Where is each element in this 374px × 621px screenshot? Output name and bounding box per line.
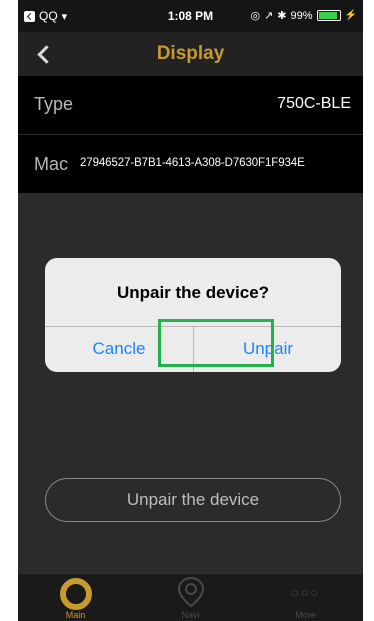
charging-bolt-icon: ⚡	[344, 10, 357, 21]
tab-main-label: Main	[65, 610, 86, 620]
dialog-title: Unpair the device?	[116, 283, 270, 302]
tab-navi[interactable]: Navi	[133, 574, 248, 621]
battery-percent: 99%	[290, 9, 313, 22]
ring-icon	[60, 578, 92, 610]
tab-main[interactable]: Main	[18, 574, 133, 621]
unpair-device-button[interactable]: Unpair the device	[45, 478, 341, 522]
phone-screen: QQ ▾ 1:08 PM ◎ ↗ ✱ 99% ⚡ Display Type 75…	[18, 0, 363, 621]
status-right: ◎ ↗ ✱ 99% ⚡	[250, 9, 357, 23]
type-value: 750C-BLE	[277, 95, 351, 112]
location-arrow-icon: ↗	[264, 10, 274, 22]
type-row: Type 750C-BLE	[18, 76, 363, 135]
mac-value: 27946527-B7B1-4613-A308-D7630F1F934E	[80, 157, 305, 169]
device-info-list: Type 750C-BLE Mac 27946527-B7B1-4613-A30…	[18, 76, 363, 194]
location-lock-icon: ◎	[250, 10, 261, 22]
tab-more-label: More	[295, 610, 316, 620]
battery-fill	[318, 12, 337, 19]
status-bar: QQ ▾ 1:08 PM ◎ ↗ ✱ 99% ⚡	[18, 0, 363, 32]
bluetooth-icon: ✱	[277, 10, 287, 22]
tab-navi-label: Navi	[181, 610, 200, 620]
battery-icon	[316, 10, 341, 21]
type-label: Type	[34, 94, 74, 114]
more-dots-icon: ○○○	[290, 585, 321, 600]
page-title: Display	[156, 43, 225, 64]
mac-row: Mac 27946527-B7B1-4613-A308-D7630F1F934E	[18, 135, 363, 194]
mac-label: Mac	[34, 154, 69, 174]
tab-more[interactable]: ○○○ More	[248, 574, 363, 621]
navigation-bar: Display	[18, 32, 363, 76]
location-pin-icon	[177, 576, 205, 608]
highlight-annotation-box	[158, 319, 274, 367]
tab-bar: Main Navi ○○○ More	[18, 573, 363, 621]
